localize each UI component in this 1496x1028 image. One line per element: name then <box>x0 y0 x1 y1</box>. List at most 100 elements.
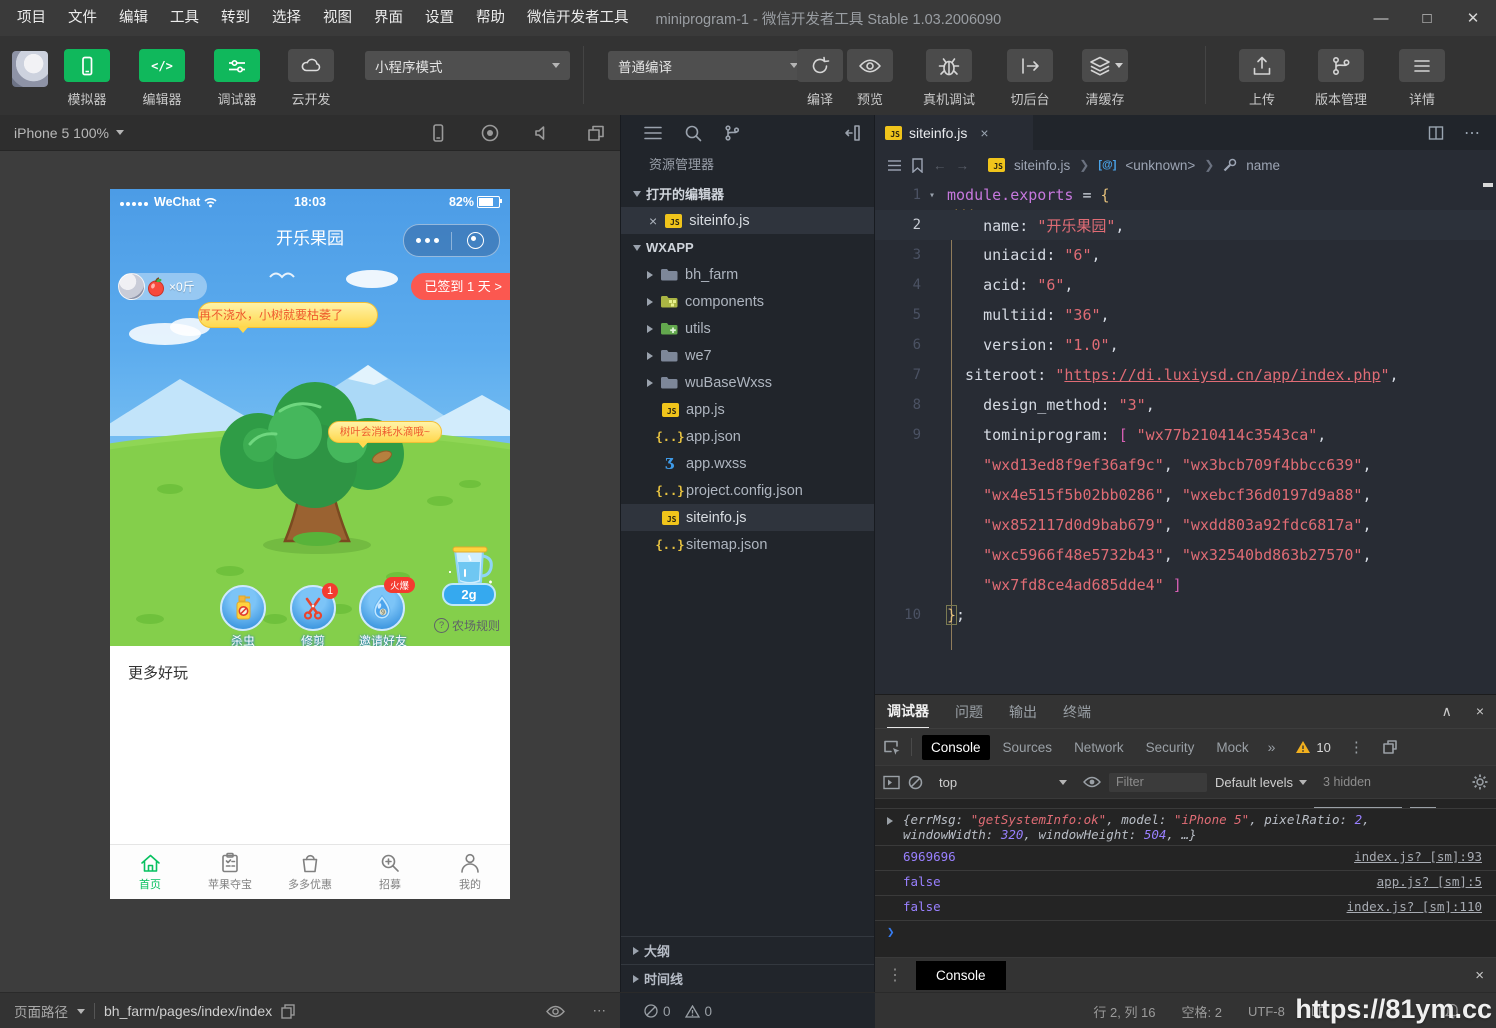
toolbar-action-真机调试[interactable]: 真机调试 <box>923 49 975 108</box>
toolbar-action-编译[interactable]: 编译 <box>797 49 843 108</box>
list-icon[interactable] <box>887 159 902 172</box>
dock-sidebar-icon[interactable] <box>883 775 900 790</box>
farm-action-杀虫[interactable]: 杀虫 <box>220 585 266 646</box>
code-editor[interactable]: ··· 1▾module.exports = {2 name: "开乐果园",3… <box>875 180 1496 694</box>
status-item[interactable]: 行 2, 列 16 <box>1093 1002 1155 1021</box>
phone-sm-icon[interactable] <box>429 123 447 143</box>
status-item[interactable]: 空格: 2 <box>1182 1002 1222 1021</box>
console-filter-input[interactable]: Filter <box>1109 772 1207 792</box>
windows-icon[interactable] <box>586 123 606 143</box>
menu-微信开发者工具[interactable]: 微信开发者工具 <box>516 0 640 36</box>
toolbar-action-预览[interactable]: 预览 <box>847 49 893 108</box>
status-item[interactable]: LF <box>1311 1004 1326 1019</box>
phone-screen[interactable]: WeChat 18:03 82% 开乐果园 ×0斤 已签到 1 天 > 再不浇水… <box>110 189 510 899</box>
console-row-object[interactable]: {errMsg: "getSystemInfo:ok", model: "iPh… <box>875 809 1496 846</box>
menu-编辑[interactable]: 编辑 <box>108 0 159 36</box>
close-icon[interactable]: × <box>649 213 657 229</box>
devtools-tab-Sources[interactable]: Sources <box>994 735 1062 760</box>
devtools-tab-Mock[interactable]: Mock <box>1207 735 1257 760</box>
record-icon[interactable] <box>480 123 500 143</box>
menu-工具[interactable]: 工具 <box>159 0 210 36</box>
collapse-icon[interactable] <box>844 124 874 142</box>
bell-icon[interactable] <box>1445 1003 1460 1019</box>
user-avatar[interactable] <box>12 51 48 87</box>
phone-tab-我的[interactable]: 我的 <box>430 845 510 899</box>
nav-back-icon[interactable]: ← <box>933 158 947 173</box>
timeline-section[interactable]: 时间线 <box>621 964 874 992</box>
context-select[interactable]: top <box>939 775 1067 790</box>
compile-select[interactable]: 普通编译 <box>608 51 808 80</box>
water-jug-icon[interactable] <box>443 544 497 588</box>
source-link[interactable]: index.js? [sm]:110 <box>1347 899 1482 914</box>
menu-帮助[interactable]: 帮助 <box>465 0 516 36</box>
open-editors-section[interactable]: 打开的编辑器 <box>621 180 874 207</box>
tree-item-app.wxss[interactable]: Ʒapp.wxss <box>621 450 874 477</box>
fold-arrow-icon[interactable]: ▾ <box>921 190 943 201</box>
outline-section[interactable]: 大纲 <box>621 936 874 964</box>
list-icon[interactable] <box>643 125 663 141</box>
tree-item-bh_farm[interactable]: bh_farm <box>621 261 874 288</box>
signin-button[interactable]: 已签到 1 天 > <box>411 273 510 300</box>
phone-tab-首页[interactable]: 首页 <box>110 845 190 899</box>
tree-item-wuBaseWxss[interactable]: wuBaseWxss <box>621 369 874 396</box>
toolbar-button-模拟器[interactable]: 模拟器 <box>64 49 110 108</box>
branch-sm-icon[interactable] <box>723 124 741 142</box>
settings-gear-icon[interactable] <box>1472 774 1488 790</box>
menu-视图[interactable]: 视图 <box>312 0 363 36</box>
close-icon[interactable]: × <box>980 125 988 141</box>
speaker-icon[interactable] <box>533 124 553 142</box>
project-root-section[interactable]: WXAPP <box>621 234 874 261</box>
debugger-tab-终端[interactable]: 终端 <box>1063 702 1091 722</box>
more-tabs-icon[interactable]: » <box>1262 739 1282 755</box>
tree-item-we7[interactable]: we7 <box>621 342 874 369</box>
more-icon[interactable]: ⋯ <box>593 1003 607 1019</box>
toolbar-action-上传[interactable]: 上传 <box>1239 49 1285 108</box>
breadcrumb-symbol[interactable]: <unknown> <box>1125 158 1195 173</box>
devtools-tab-Network[interactable]: Network <box>1065 735 1133 760</box>
inspect-icon[interactable] <box>883 739 901 756</box>
breadcrumb-file[interactable]: siteinfo.js <box>1014 158 1070 173</box>
clear-console-icon[interactable] <box>908 775 923 790</box>
bookmark-icon[interactable] <box>911 157 924 173</box>
farm-action-修剪[interactable]: 1 修剪 <box>290 583 338 646</box>
devtools-tab-Console[interactable]: Console <box>922 734 990 760</box>
warning-counter[interactable]: 10 <box>1295 740 1331 755</box>
tree-item-sitemap.json[interactable]: {..} sitemap.json <box>621 531 874 558</box>
console-output[interactable]: {errMsg: "getSystemInfo:ok", model: "iPh… <box>875 799 1496 957</box>
drawer-handle-icon[interactable]: ⋮ <box>887 965 904 985</box>
toolbar-action-版本管理[interactable]: 版本管理 <box>1315 49 1367 108</box>
phone-tab-招募[interactable]: 招募 <box>350 845 430 899</box>
minimize-button[interactable]: — <box>1358 0 1404 36</box>
live-expression-eye-icon[interactable] <box>1083 776 1101 788</box>
search-icon[interactable] <box>684 124 702 142</box>
statusbar-problems[interactable]: 0 0 <box>620 993 875 1028</box>
tree-item-project.config.json[interactable]: {..} project.config.json <box>621 477 874 504</box>
tree-item-siteinfo.js[interactable]: JS siteinfo.js <box>621 504 874 531</box>
more-actions-icon[interactable]: ⋯ <box>1464 123 1480 143</box>
split-editor-icon[interactable] <box>1428 125 1444 141</box>
source-link[interactable]: app.js? [sm]:5 <box>1377 874 1482 889</box>
log-levels-select[interactable]: Default levels <box>1215 775 1308 790</box>
eye-icon[interactable] <box>545 1005 565 1018</box>
maximize-button[interactable]: □ <box>1404 0 1450 36</box>
phone-tab-苹果夺宝[interactable]: 苹果夺宝 <box>190 845 270 899</box>
menu-转到[interactable]: 转到 <box>210 0 261 36</box>
devtools-menu-icon[interactable]: ⋮ <box>1349 738 1364 756</box>
toolbar-button-云开发[interactable]: 云开发 <box>288 49 334 108</box>
menu-项目[interactable]: 项目 <box>6 0 57 36</box>
close-circle-icon[interactable] <box>452 232 499 249</box>
menu-设置[interactable]: 设置 <box>414 0 465 36</box>
open-editor-item[interactable]: × JS siteinfo.js <box>621 207 874 234</box>
status-item[interactable]: UTF-8 <box>1248 1004 1285 1019</box>
close-drawer-icon[interactable]: × <box>1475 967 1484 984</box>
player-chip[interactable]: ×0斤 <box>118 273 207 300</box>
tree-item-utils[interactable]: utils <box>621 315 874 342</box>
console-prompt[interactable]: ❯ <box>875 921 1496 946</box>
drawer-console-tab[interactable]: Console <box>916 960 1006 990</box>
collapse-panel-icon[interactable]: ∧ <box>1442 703 1452 720</box>
more-icon[interactable] <box>404 238 451 243</box>
toolbar-action-详情[interactable]: 详情 <box>1399 49 1445 108</box>
breadcrumb-member[interactable]: name <box>1246 158 1280 173</box>
farm-rules-link[interactable]: ? 农场规则 <box>433 617 500 634</box>
close-button[interactable]: ✕ <box>1450 0 1496 36</box>
